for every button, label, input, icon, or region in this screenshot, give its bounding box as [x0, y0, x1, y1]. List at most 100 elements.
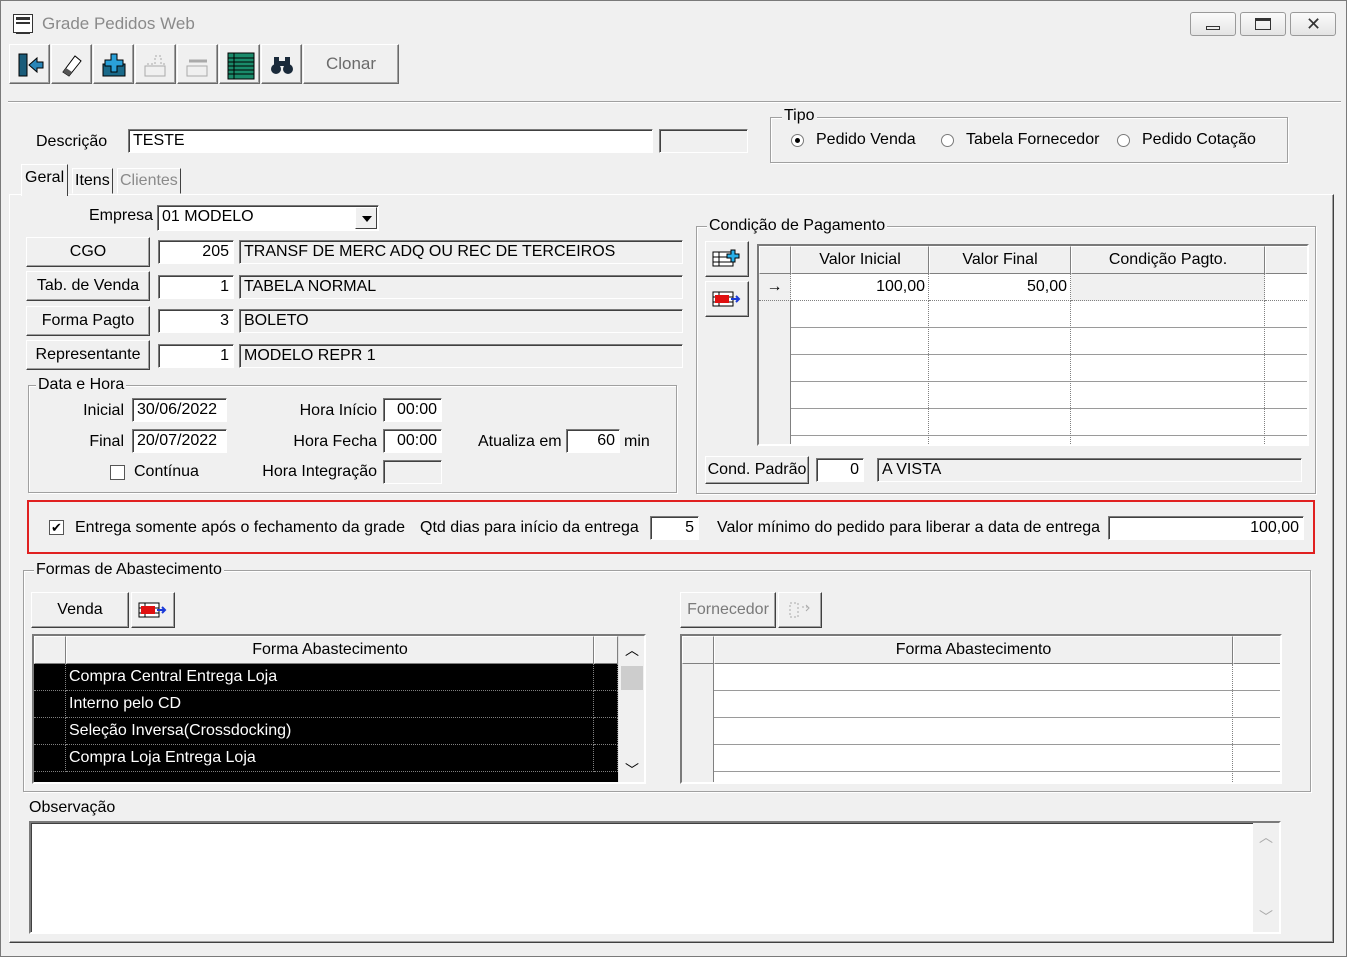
venda-button[interactable]: Venda	[31, 592, 129, 628]
maximize-icon	[1255, 18, 1271, 30]
qtd-dias-input[interactable]: 5	[650, 516, 699, 540]
tab-venda-button[interactable]: Tab. de Venda	[26, 271, 150, 301]
continua-checkbox[interactable]	[110, 465, 125, 480]
inicial-label: Inicial	[83, 402, 124, 419]
vertical-scrollbar[interactable]: ︿ ﹀	[618, 636, 644, 782]
condicao-pagamento-grid[interactable]: Valor Inicial Valor Final Condição Pagto…	[757, 244, 1309, 446]
binoculars-icon	[271, 57, 293, 74]
descricao-label: Descrição	[36, 133, 108, 150]
grid-divider	[1232, 664, 1233, 782]
binoculars-button[interactable]	[261, 44, 302, 84]
representante-button[interactable]: Representante	[26, 340, 150, 370]
grid-divider	[1264, 301, 1265, 444]
descricao-input[interactable]: TESTE	[128, 129, 653, 153]
condicao-pagamento-title: Condição de Pagamento	[707, 217, 888, 235]
list-item[interactable]: Compra Loja Entrega Loja	[66, 745, 594, 772]
remove-condicao-button[interactable]	[705, 281, 749, 317]
toolbar-separator	[8, 101, 1341, 103]
empresa-select[interactable]: 01 MODELO	[157, 205, 379, 231]
entrega-checkbox-label: Entrega somente após o fechamento da gra…	[75, 519, 405, 536]
col-valor-inicial[interactable]: Valor Inicial	[791, 246, 929, 274]
atualiza-input[interactable]: 60	[566, 429, 620, 453]
cond-padrao-button[interactable]: Cond. Padrão	[705, 456, 809, 484]
forma-pagto-button[interactable]: Forma Pagto	[26, 306, 150, 336]
grid-divider	[1070, 301, 1071, 444]
close-icon: ✕	[1306, 14, 1322, 34]
forma-pagto-code-input[interactable]: 3	[158, 309, 234, 333]
forma-pagto-description: BOLETO	[239, 309, 683, 333]
row-filler	[594, 718, 618, 745]
remove-row-icon	[138, 602, 167, 618]
list-item[interactable]: Interno pelo CD	[66, 691, 594, 718]
copy-disabled-button[interactable]	[135, 44, 176, 84]
cgo-button[interactable]: CGO	[26, 237, 150, 267]
tab-itens[interactable]: Itens	[72, 168, 113, 194]
eraser-button[interactable]	[51, 44, 92, 84]
grid-row-indicators	[682, 664, 714, 782]
row-filler	[594, 691, 618, 718]
tab-geral[interactable]: Geral	[21, 164, 69, 196]
cell-valor-final[interactable]: 50,00	[929, 274, 1071, 301]
chevron-down-icon[interactable]	[355, 207, 377, 229]
partial-row	[34, 772, 618, 782]
hora-inicio-label: Hora Início	[299, 402, 377, 419]
col-forma-abastecimento-left[interactable]: Forma Abastecimento	[66, 636, 594, 664]
fornecedor-button[interactable]: Fornecedor	[680, 592, 776, 628]
cell-condicao[interactable]	[1071, 274, 1265, 301]
col-forma-abastecimento-right[interactable]: Forma Abastecimento	[714, 636, 1233, 664]
list-item[interactable]: Compra Central Entrega Loja	[66, 664, 594, 691]
tab-venda-code-input[interactable]: 1	[158, 275, 234, 299]
observacao-scrollbar[interactable]: ︿ ﹀	[1253, 823, 1279, 932]
minimize-button[interactable]	[1190, 12, 1236, 36]
fornecedor-remove-button[interactable]	[778, 592, 822, 628]
add-condicao-button[interactable]	[705, 241, 749, 277]
grid-empty-rows	[682, 664, 1280, 782]
grid-row-indicators	[759, 301, 791, 444]
row-filler	[594, 664, 618, 691]
cond-padrao-code-input[interactable]: 0	[816, 458, 864, 482]
cell-filler	[1265, 274, 1307, 301]
fornecedor-abastecimento-grid[interactable]: Forma Abastecimento	[680, 634, 1282, 784]
inicial-date-input[interactable]: 30/06/2022	[132, 398, 227, 422]
hora-fecha-input[interactable]: 00:00	[383, 429, 442, 453]
hora-integracao-input	[383, 460, 442, 484]
valor-minimo-input[interactable]: 100,00	[1108, 516, 1304, 540]
qtd-dias-label: Qtd dias para início da entrega	[420, 519, 639, 536]
exit-button[interactable]	[9, 44, 50, 84]
venda-abastecimento-grid[interactable]: Forma Abastecimento Compra Central Entre…	[32, 634, 646, 784]
final-date-input[interactable]: 20/07/2022	[132, 429, 227, 453]
radio-tabela-fornecedor[interactable]	[941, 134, 954, 147]
scroll-down-icon[interactable]: ﹀	[1259, 907, 1273, 927]
close-button[interactable]: ✕	[1290, 12, 1336, 36]
col-condicao-pagto[interactable]: Condição Pagto.	[1071, 246, 1265, 274]
cell-valor-inicial[interactable]: 100,00	[791, 274, 929, 301]
list-item[interactable]: Seleção Inversa(Crossdocking)	[66, 718, 594, 745]
app-icon	[13, 14, 33, 34]
radio-pedido-venda[interactable]	[791, 134, 804, 147]
maximize-button[interactable]	[1240, 12, 1286, 36]
clonar-button[interactable]: Clonar	[303, 44, 399, 84]
col-filler	[1265, 246, 1307, 274]
venda-remove-button[interactable]	[131, 592, 175, 628]
hora-inicio-input[interactable]: 00:00	[383, 398, 442, 422]
scroll-up-icon[interactable]: ︿	[625, 640, 639, 660]
col-valor-final[interactable]: Valor Final	[929, 246, 1071, 274]
scroll-down-icon[interactable]: ﹀	[625, 760, 639, 780]
entrega-checkbox[interactable]: ✔	[49, 520, 64, 535]
tab-clientes[interactable]: Clientes	[117, 168, 181, 194]
grid-sheet-button[interactable]	[219, 44, 260, 84]
scroll-up-icon[interactable]: ︿	[1259, 827, 1273, 847]
representante-code-input[interactable]: 1	[158, 344, 234, 368]
col-filler	[1233, 636, 1280, 664]
cgo-code-input[interactable]: 205	[158, 240, 234, 264]
row-indicator	[34, 745, 66, 772]
remove-disabled-button[interactable]	[177, 44, 218, 84]
add-record-icon	[102, 53, 126, 77]
add-row-icon	[712, 249, 740, 267]
observacao-textarea[interactable]: ︿ ﹀	[29, 821, 1281, 934]
main-window: Grade Pedidos Web ✕ Clonar Descrição TES…	[0, 0, 1347, 957]
radio-pedido-cotacao[interactable]	[1117, 134, 1130, 147]
scrollbar-thumb[interactable]	[621, 666, 643, 690]
row-indicator	[34, 664, 66, 691]
add-record-button[interactable]	[93, 44, 134, 84]
